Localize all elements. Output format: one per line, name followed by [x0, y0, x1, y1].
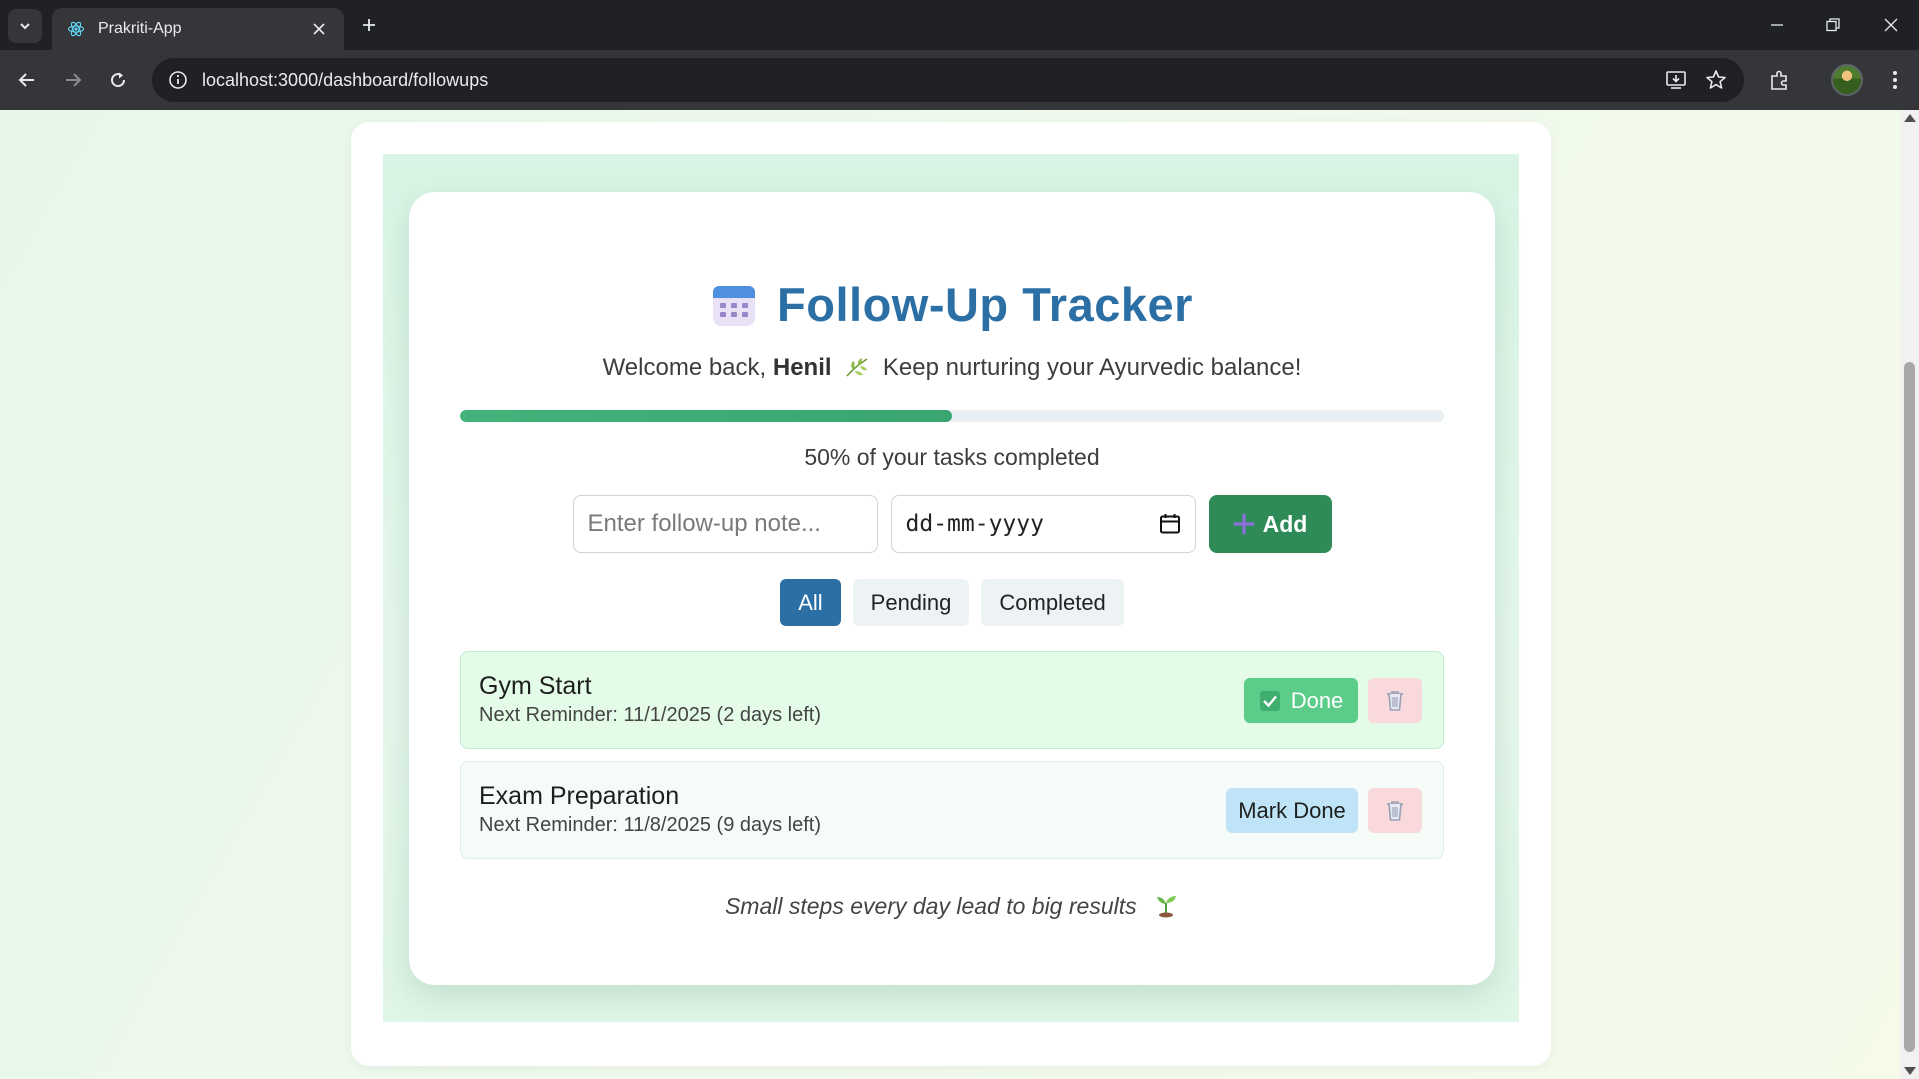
title-row: Follow-Up Tracker [409, 277, 1495, 332]
quote-text: Small steps every day lead to big result… [724, 893, 1137, 919]
back-button[interactable] [10, 63, 44, 97]
task-title: Exam Preparation [479, 782, 680, 810]
add-followup-form: dd-mm-yyyy Add [409, 495, 1495, 553]
tab-search-button[interactable] [8, 9, 42, 43]
arrow-right-icon [66, 73, 82, 87]
progress-bar [460, 410, 1444, 422]
forward-button[interactable] [56, 63, 90, 97]
trash-icon [1387, 800, 1403, 821]
tab-title: Prakriti-App [98, 20, 182, 37]
calendar-icon [713, 285, 756, 326]
progress-bar-fill [460, 410, 952, 422]
outer-card: Follow-Up Tracker Welcome back, Henil Ke… [351, 122, 1551, 1066]
delete-button[interactable] [1368, 788, 1422, 833]
followup-note-input[interactable] [572, 495, 878, 553]
add-button[interactable]: Add [1208, 495, 1332, 553]
done-button[interactable]: Done [1244, 678, 1358, 723]
browser-tab[interactable]: Prakriti-App [52, 8, 344, 50]
minimize-button[interactable] [1757, 10, 1797, 40]
welcome-message: Welcome back, Henil Keep nurturing your … [409, 354, 1495, 382]
welcome-suffix: Keep nurturing your Ayurvedic balance! [882, 354, 1302, 381]
browser-tab-bar: Prakriti-App [0, 0, 1919, 50]
filter-all[interactable]: All [780, 579, 841, 626]
welcome-prefix: Welcome back, [602, 354, 767, 381]
restore-button[interactable] [1813, 10, 1853, 40]
trash-icon [1387, 690, 1403, 711]
menu-kebab-icon[interactable] [1878, 63, 1912, 97]
progress-text: 50% of your tasks completed [804, 444, 1100, 470]
task-item: Exam Preparation Next Reminder: 11/8/202… [460, 761, 1444, 859]
mark-done-button[interactable]: Mark Done [1226, 788, 1358, 833]
minimize-icon [1771, 24, 1783, 26]
reload-icon [111, 72, 126, 88]
task-reminder: Next Reminder: 11/1/2025 (2 days left) [479, 704, 822, 726]
url-text: localhost:3000/dashboard/followups [202, 69, 489, 90]
browser-toolbar: localhost:3000/dashboard/followups [0, 50, 1919, 110]
tracker-background-panel: Follow-Up Tracker Welcome back, Henil Ke… [383, 154, 1519, 1022]
add-button-label: Add [1262, 510, 1308, 537]
install-app-icon[interactable] [1656, 60, 1696, 100]
task-reminder: Next Reminder: 11/8/2025 (9 days left) [479, 814, 822, 836]
done-button-label: Done [1290, 687, 1344, 713]
check-icon [1259, 690, 1280, 711]
user-name: Henil [772, 354, 832, 381]
arrow-left-icon [18, 73, 34, 87]
task-item: Gym Start Next Reminder: 11/1/2025 (2 da… [460, 651, 1444, 749]
delete-button[interactable] [1368, 678, 1422, 723]
new-tab-button[interactable] [356, 12, 382, 38]
close-icon[interactable] [308, 18, 330, 40]
scroll-down-arrow-icon[interactable] [1904, 1067, 1916, 1075]
address-bar[interactable]: localhost:3000/dashboard/followups [152, 58, 1744, 102]
task-title: Gym Start [479, 672, 592, 700]
filter-tabs: All Pending Completed [409, 579, 1495, 626]
restore-icon [1826, 18, 1840, 32]
date-placeholder: dd-mm-yyyy [905, 511, 1044, 537]
react-icon [66, 19, 86, 39]
chevron-down-icon [20, 23, 30, 30]
page-title: Follow-Up Tracker [777, 278, 1193, 331]
reload-button[interactable] [101, 63, 135, 97]
extensions-icon[interactable] [1763, 63, 1797, 97]
reminder-date-input[interactable]: dd-mm-yyyy [890, 495, 1196, 553]
scroll-up-arrow-icon[interactable] [1904, 114, 1916, 122]
bookmark-star-icon[interactable] [1696, 60, 1736, 100]
plus-icon [1233, 513, 1255, 535]
herb-icon [846, 358, 868, 377]
motivational-quote: Small steps every day lead to big result… [409, 892, 1495, 920]
page-viewport: Follow-Up Tracker Welcome back, Henil Ke… [0, 110, 1900, 1079]
followup-tracker-card: Follow-Up Tracker Welcome back, Henil Ke… [409, 192, 1495, 985]
filter-pending[interactable]: Pending [852, 579, 970, 626]
filter-completed[interactable]: Completed [981, 579, 1124, 626]
site-info-icon[interactable] [156, 58, 200, 102]
calendar-icon[interactable] [1159, 513, 1181, 535]
window-close-button[interactable] [1871, 10, 1911, 40]
page-scrollbar[interactable] [1900, 110, 1919, 1079]
scrollbar-thumb[interactable] [1904, 362, 1915, 1052]
profile-avatar[interactable] [1831, 64, 1863, 96]
close-icon [1884, 18, 1898, 32]
plus-icon [363, 19, 375, 31]
seedling-icon [1157, 896, 1177, 918]
